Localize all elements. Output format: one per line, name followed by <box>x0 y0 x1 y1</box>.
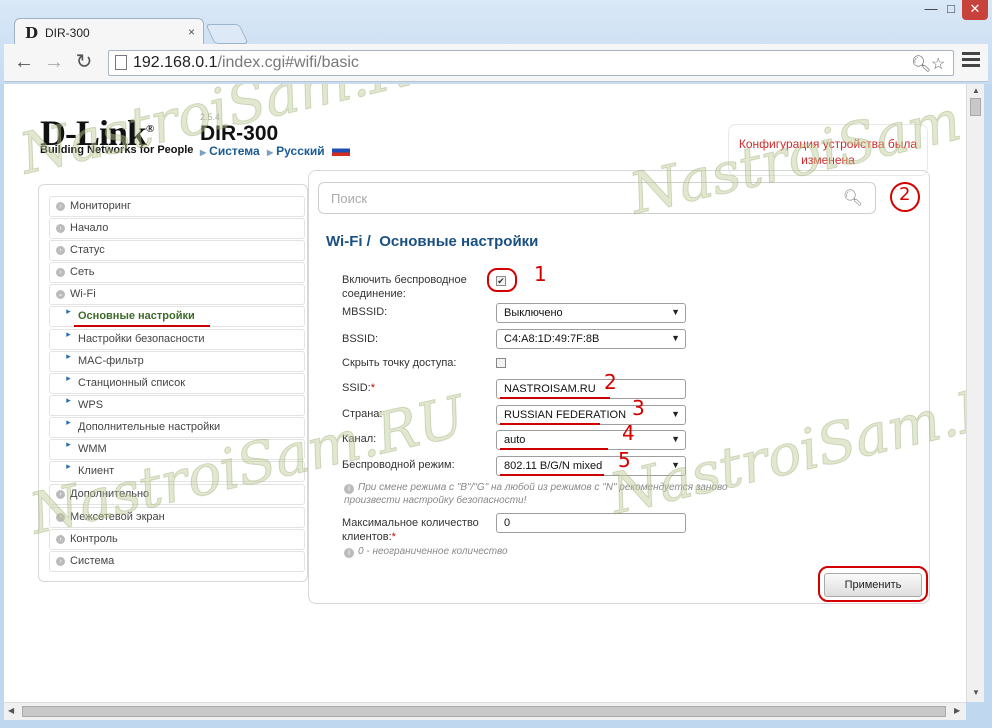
sidebar-item-network[interactable]: › Сеть <box>49 262 305 283</box>
annotation-underline <box>500 423 600 425</box>
chevron-right-icon: › <box>56 268 65 277</box>
annotation-underline <box>500 448 608 450</box>
scroll-thumb[interactable] <box>970 98 981 116</box>
star-icon[interactable]: ☆ <box>931 54 945 74</box>
sidebar-item-security-settings[interactable]: ▸ Настройки безопасности <box>49 329 305 350</box>
arrow-right-icon: ▸ <box>66 351 71 361</box>
scroll-down-icon[interactable]: ▼ <box>972 688 980 697</box>
sidebar-item-wifi[interactable]: ⌄ Wi-Fi <box>49 284 305 305</box>
scroll-left-icon[interactable]: ◀ <box>8 706 14 715</box>
chevron-right-icon: › <box>56 246 65 255</box>
sidebar-item-start[interactable]: › Начало <box>49 218 305 239</box>
chevron-down-icon: ⌄ <box>56 290 65 299</box>
scroll-right-icon[interactable]: ▶ <box>954 706 960 715</box>
arrow-right-icon: ▸ <box>66 373 71 383</box>
sidebar-item-wps[interactable]: ▸ WPS <box>49 395 305 416</box>
browser-tab[interactable]: D DIR-300 × <box>14 18 204 46</box>
vertical-scrollbar[interactable]: ▲ ▼ <box>966 84 984 702</box>
bssid-label: BSSID: <box>342 333 379 345</box>
url-path: /index.cgi#wifi/basic <box>217 54 359 71</box>
bssid-select[interactable]: C4:A8:1D:49:7F:8B <box>496 329 686 349</box>
minimize-button[interactable]: — <box>920 0 942 20</box>
hide-ap-label: Скрыть точку доступа: <box>342 357 457 369</box>
annotation-number: 2 <box>604 370 617 394</box>
sidebar-item-basic-settings[interactable]: ▸ Основные настройки <box>49 306 305 327</box>
header-links: ▶ Система ▶ Русский <box>200 144 351 158</box>
menu-icon[interactable] <box>962 52 980 70</box>
annotation-number: 3 <box>632 396 645 420</box>
browser-toolbar: ← → ↻ 192.168.0.1/index.cgi#wifi/basic 🔍… <box>4 44 988 82</box>
annotation-number: 2 <box>899 184 911 205</box>
ssid-input[interactable]: NASTROISAM.RU <box>496 379 686 399</box>
mbssid-label: MBSSID: <box>342 306 388 318</box>
search-icon[interactable]: 🔍︎ <box>843 188 863 208</box>
sidebar-item-system[interactable]: › Система <box>49 551 305 572</box>
address-bar[interactable]: 192.168.0.1/index.cgi#wifi/basic 🔍︎ ☆ <box>108 50 954 76</box>
url-host: 192.168.0.1 <box>133 54 218 71</box>
system-link[interactable]: Система <box>209 144 260 158</box>
sidebar-item-status[interactable]: › Статус <box>49 240 305 261</box>
arrow-right-icon: ▸ <box>66 461 71 471</box>
ssid-label: SSID:* <box>342 382 376 394</box>
max-clients-label: Максимальное количество клиентов:* <box>342 517 479 543</box>
reload-button[interactable]: ↻ <box>72 52 96 72</box>
annotation-underline <box>500 474 604 476</box>
sidebar-item-mac-filter[interactable]: ▸ MAC-фильтр <box>49 351 305 372</box>
page-title: Wi-Fi / Основные настройки <box>326 233 539 250</box>
horizontal-scrollbar[interactable]: ◀ ▶ <box>4 702 966 720</box>
info-icon: i <box>344 484 354 494</box>
info-icon: i <box>344 548 354 558</box>
search-placeholder: Поиск <box>331 191 368 206</box>
forward-button[interactable]: → <box>42 52 66 72</box>
arrow-right-icon: ▸ <box>66 329 71 339</box>
arrow-right-icon: ▸ <box>66 439 71 449</box>
tab-title: DIR-300 <box>45 26 90 40</box>
chevron-right-icon: › <box>56 224 65 233</box>
russian-flag-icon <box>332 145 351 156</box>
chevron-right-icon: › <box>56 202 65 211</box>
arrow-right-icon: ▸ <box>66 417 71 427</box>
maximize-button[interactable]: □ <box>940 0 962 20</box>
page-icon <box>115 55 127 70</box>
scroll-thumb[interactable] <box>22 706 946 717</box>
dlink-favicon-icon: D <box>25 24 39 42</box>
arrow-right-icon: ▸ <box>66 395 71 405</box>
annotation-number: 4 <box>622 421 635 445</box>
annotation-circle <box>818 566 928 602</box>
arrow-right-icon: ▸ <box>66 306 71 316</box>
chevron-right-icon: › <box>56 557 65 566</box>
annotation-underline <box>500 397 610 399</box>
back-button[interactable]: ← <box>12 52 36 72</box>
annotation-number: 1 <box>534 262 547 286</box>
channel-select[interactable]: auto <box>496 430 686 450</box>
country-select[interactable]: RUSSIAN FEDERATION <box>496 405 686 425</box>
zoom-icon[interactable]: 🔍︎ <box>911 54 931 74</box>
close-tab-icon[interactable]: × <box>188 25 195 39</box>
scroll-up-icon[interactable]: ▲ <box>972 86 980 95</box>
sidebar-item-station-list[interactable]: ▸ Станционный список <box>49 373 305 394</box>
sidebar-item-monitoring[interactable]: › Мониторинг <box>49 196 305 217</box>
enable-wireless-label: Включить беспроводное соединение: <box>342 274 467 300</box>
max-clients-hint: i0 - неограниченное количество <box>344 545 508 558</box>
language-link[interactable]: Русский <box>276 144 325 158</box>
close-window-button[interactable]: ✕ <box>962 0 988 20</box>
router-page: D-Link® Building Networks for People 2.5… <box>4 84 966 702</box>
mbssid-select[interactable]: Выключено <box>496 303 686 323</box>
annotation-underline <box>74 325 210 327</box>
annotation-circle <box>487 268 517 292</box>
hide-ap-checkbox[interactable] <box>496 358 506 368</box>
new-tab-button[interactable] <box>205 24 249 44</box>
